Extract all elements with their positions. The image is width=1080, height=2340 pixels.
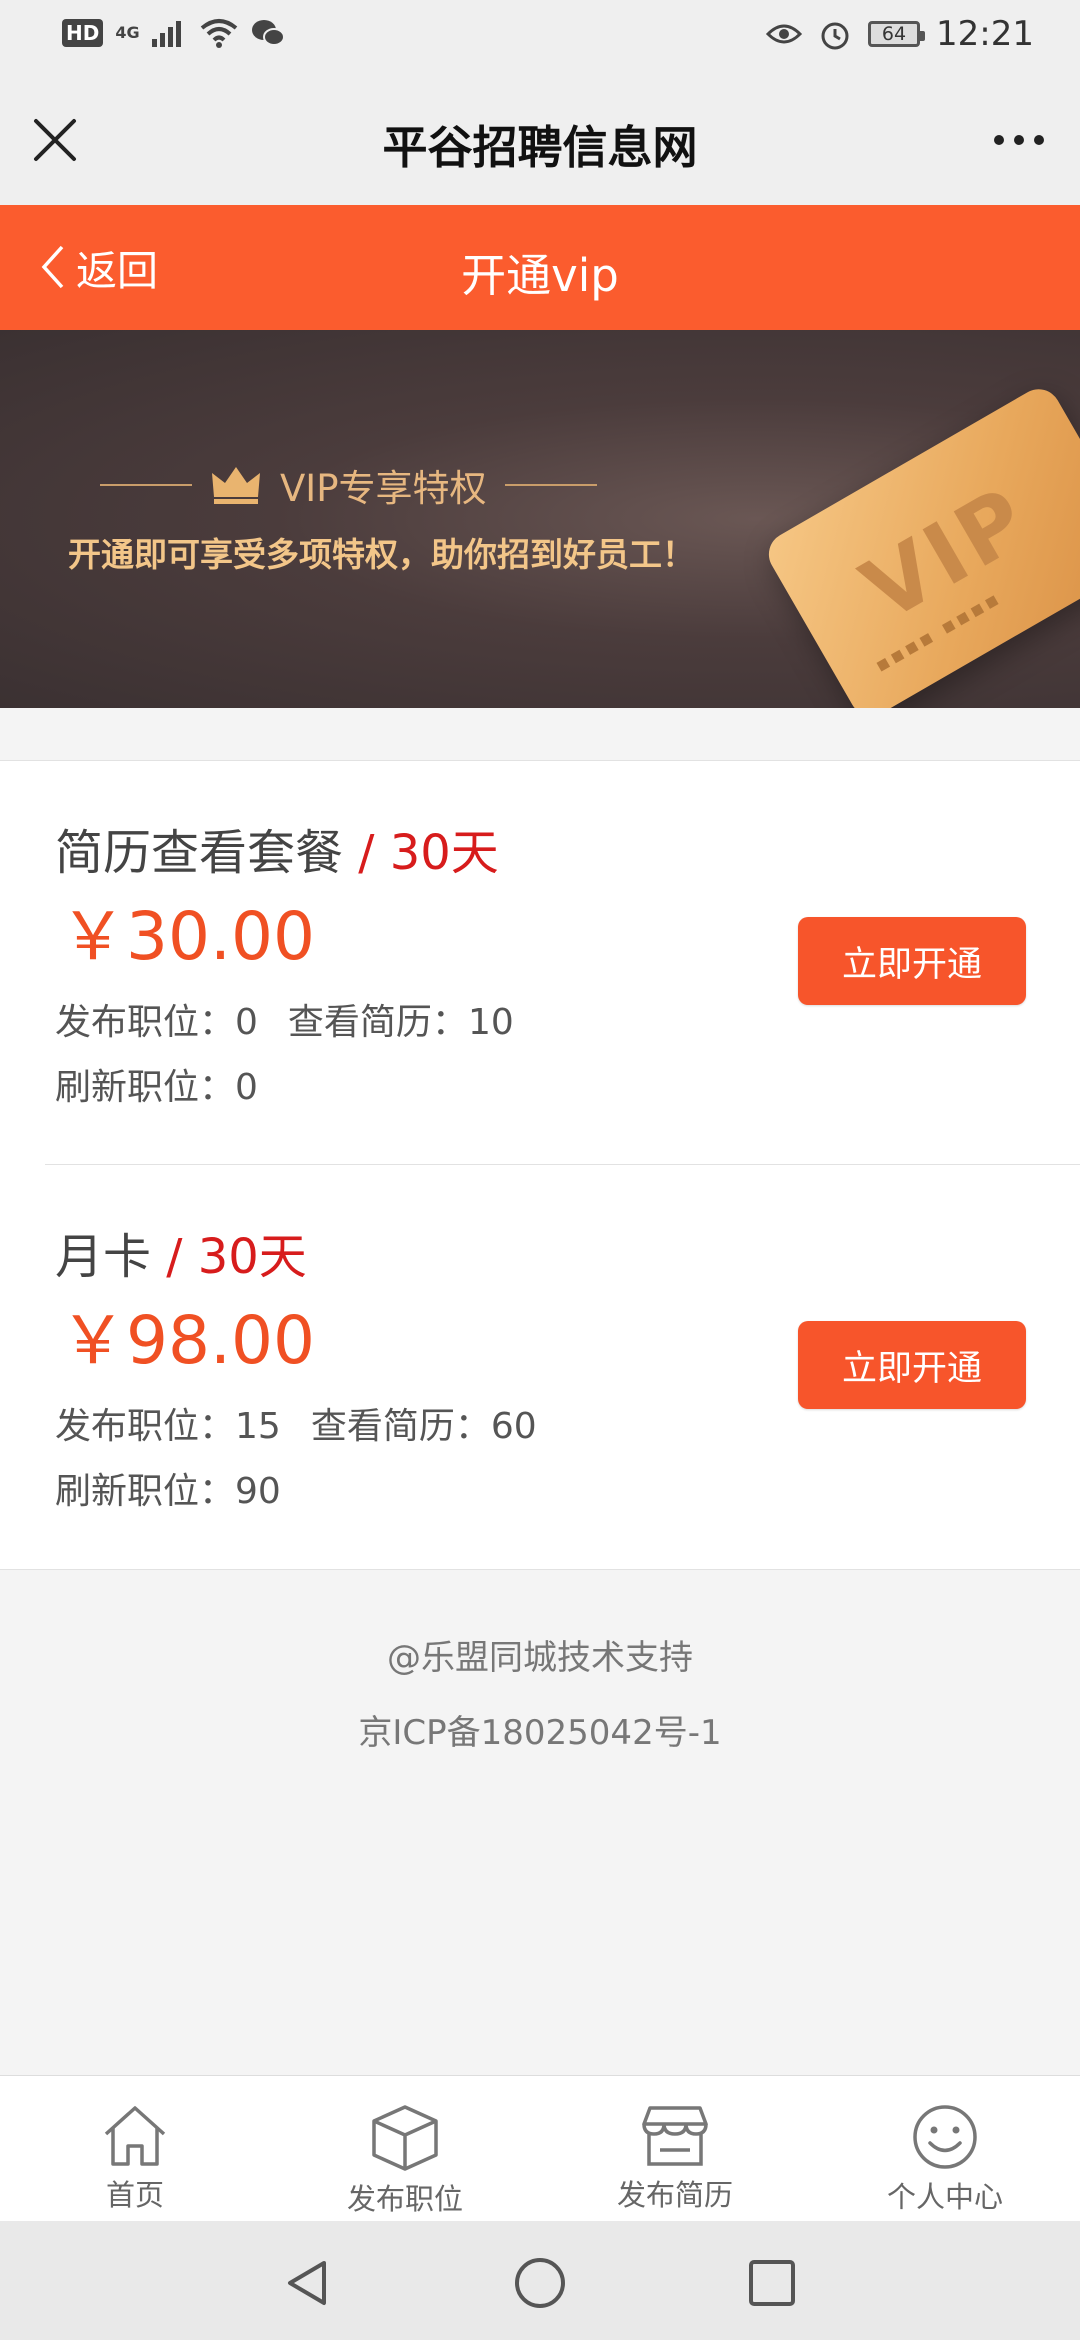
home-icon bbox=[104, 2106, 166, 2166]
clock: 12:21 bbox=[936, 14, 1034, 54]
crown-icon bbox=[212, 467, 260, 504]
store-icon bbox=[642, 2106, 708, 2166]
stat-value: 0 bbox=[235, 1067, 258, 1108]
status-left: HD 4G bbox=[62, 18, 286, 48]
tab-profile[interactable]: 个人中心 bbox=[810, 2076, 1080, 2222]
plan-item: 月卡 / 30天 ￥98.00 发布职位：15 查看简历：60 刷新职位：90 立… bbox=[0, 1165, 1080, 1568]
title-bar: 平谷招聘信息网 bbox=[0, 75, 1080, 205]
status-right: 64 12:21 bbox=[766, 14, 1034, 54]
battery-icon: 64 bbox=[868, 21, 926, 47]
stat-value: 0 bbox=[235, 1002, 258, 1043]
stat-label: 发布职位： bbox=[55, 1406, 236, 1447]
stat-label: 刷新职位： bbox=[55, 1067, 236, 1108]
plan-name: 简历查看套餐 bbox=[55, 825, 344, 881]
eye-icon bbox=[766, 24, 803, 44]
box-icon bbox=[372, 2105, 438, 2171]
wifi-icon bbox=[200, 19, 237, 48]
header-title: 开通vip bbox=[461, 249, 619, 302]
bottom-tab-bar: 首页 发布职位 发布简历 个人中心 bbox=[0, 2075, 1080, 2222]
plan-stats: 发布职位：15 查看简历：60 bbox=[55, 1397, 537, 1449]
tab-home[interactable]: 首页 bbox=[0, 2076, 270, 2222]
plan-stats: 刷新职位：0 bbox=[55, 1058, 258, 1110]
activate-button[interactable]: 立即开通 bbox=[798, 917, 1026, 1005]
banner-headline: VIP专享特权 bbox=[100, 458, 597, 512]
back-triangle-icon[interactable] bbox=[280, 2255, 336, 2311]
plan-title: 简历查看套餐 / 30天 bbox=[55, 813, 499, 883]
signal-icon bbox=[151, 21, 181, 47]
tab-post-job[interactable]: 发布职位 bbox=[270, 2076, 540, 2222]
home-circle-icon[interactable] bbox=[512, 2255, 568, 2311]
tab-post-resume[interactable]: 发布简历 bbox=[540, 2076, 810, 2222]
plan-title: 月卡 / 30天 bbox=[55, 1217, 307, 1287]
plan-duration: / 30天 bbox=[151, 1229, 307, 1285]
activate-button[interactable]: 立即开通 bbox=[798, 1321, 1026, 1409]
divider bbox=[100, 484, 192, 486]
stat-value: 90 bbox=[235, 1471, 281, 1512]
banner-subtitle: 开通即可享受多项特权，助你招到好员工！ bbox=[68, 535, 695, 574]
tab-label: 发布简历 bbox=[616, 2178, 733, 2212]
plan-stats: 刷新职位：90 bbox=[55, 1462, 281, 1514]
stat-label: 查看简历： bbox=[287, 1002, 468, 1043]
stat-value: 15 bbox=[235, 1406, 281, 1447]
plan-item: 简历查看套餐 / 30天 ￥30.00 发布职位：0 查看简历：10 刷新职位：0… bbox=[0, 761, 1080, 1165]
stat-value: 10 bbox=[467, 1002, 514, 1043]
hd-indicator: HD bbox=[62, 19, 104, 47]
tab-label: 首页 bbox=[105, 2178, 164, 2212]
wechat-icon bbox=[251, 20, 285, 46]
plan-price: ￥30.00 bbox=[60, 898, 315, 975]
recents-square-icon[interactable] bbox=[744, 2255, 800, 2311]
status-bar: HD 4G 64 12:21 bbox=[0, 0, 1080, 75]
plan-name: 月卡 bbox=[55, 1229, 152, 1285]
more-icon[interactable] bbox=[994, 135, 1044, 145]
network-type: 4G bbox=[115, 23, 140, 42]
tech-support-text: @乐盟同城技术支持 bbox=[387, 1638, 693, 1678]
stat-label: 刷新职位： bbox=[55, 1471, 236, 1512]
vip-card-image: VIP ▪▪▪▪ ▪▪▪▪ bbox=[760, 381, 1080, 708]
tab-label: 发布职位 bbox=[346, 2182, 463, 2216]
divider bbox=[504, 484, 597, 486]
stat-label: 发布职位： bbox=[55, 1002, 236, 1043]
icp-text: 京ICP备18025042号-1 bbox=[358, 1713, 722, 1753]
plan-list: 简历查看套餐 / 30天 ￥30.00 发布职位：0 查看简历：10 刷新职位：0… bbox=[0, 760, 1080, 1570]
alarm-icon bbox=[821, 22, 849, 50]
plan-duration: / 30天 bbox=[343, 825, 499, 881]
plan-stats: 发布职位：0 查看简历：10 bbox=[55, 993, 514, 1045]
stat-value: 60 bbox=[490, 1406, 537, 1447]
plan-price: ￥98.00 bbox=[60, 1302, 315, 1379]
system-nav-bar bbox=[0, 2221, 1080, 2340]
smile-icon bbox=[913, 2105, 977, 2169]
tab-label: 个人中心 bbox=[886, 2180, 1003, 2214]
header-bar: 返回 开通vip bbox=[0, 205, 1080, 330]
stat-label: 查看简历： bbox=[310, 1406, 491, 1447]
page-title: 平谷招聘信息网 bbox=[382, 121, 698, 174]
vip-banner: VIP专享特权 开通即可享受多项特权，助你招到好员工！ VIP ▪▪▪▪ ▪▪▪… bbox=[0, 330, 1080, 708]
banner-headline-text: VIP专享特权 bbox=[280, 467, 487, 510]
